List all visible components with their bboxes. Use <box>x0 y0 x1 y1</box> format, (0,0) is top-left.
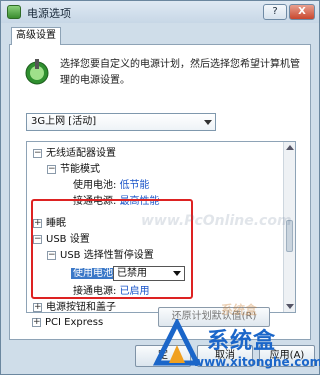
usb-on-battery-label: 使用电池: <box>71 268 119 279</box>
collapse-icon[interactable]: − <box>33 149 42 158</box>
tree-item-usb-settings[interactable]: − USB 设置 <box>33 232 90 247</box>
tree-item-pci-express[interactable]: + PCI Express <box>32 315 103 330</box>
power-options-window: 电源选项 ? X 高级设置 选择您要自定义的电源计划，然后选择您希望计算机管理的… <box>0 0 320 375</box>
power-plan-dropdown[interactable]: 3G上网 [活动] <box>26 113 216 131</box>
close-button[interactable]: X <box>289 4 315 20</box>
brand-watermark: 系统盒 www.xitonghe.com <box>149 317 320 373</box>
tree-item-usb-on-battery[interactable]: 使用电池: <box>71 266 119 281</box>
scroll-down-icon[interactable] <box>286 304 294 309</box>
tree-item-wireless-adapter[interactable]: − 无线适配器设置 <box>33 146 116 161</box>
power-plan-selected: 3G上网 [活动] <box>31 116 97 127</box>
power-options-icon <box>7 5 21 19</box>
on-battery-value[interactable]: 低节能 <box>120 180 150 191</box>
usb-plugged-in-value[interactable]: 已启用 <box>120 286 150 297</box>
brand-name: 系统盒 <box>207 329 277 354</box>
tree-item-plugged-in[interactable]: 接通电源: 最高性能 <box>73 194 160 209</box>
tree-item-power-buttons-lid[interactable]: + 电源按钮和盖子 <box>33 300 116 312</box>
chevron-down-icon <box>204 120 212 125</box>
power-plan-icon <box>25 59 49 85</box>
corner-watermark: 系统盒 <box>221 303 258 317</box>
tree-item-sleep[interactable]: + 睡眠 <box>33 216 66 231</box>
center-watermark: www.PcOnline.com <box>141 213 292 229</box>
window-title: 电源选项 <box>27 7 71 20</box>
usb-on-battery-dropdown[interactable]: 已禁用 <box>113 266 185 281</box>
tab-panel: 选择您要自定义的电源计划，然后选择您希望计算机管理的电源设置。 3G上网 [活动… <box>9 44 311 340</box>
expand-icon[interactable]: + <box>32 318 41 327</box>
title-bar: 电源选项 ? X <box>1 1 319 23</box>
description-text: 选择您要自定义的电源计划，然后选择您希望计算机管理的电源设置。 <box>60 59 300 86</box>
plugged-in-value[interactable]: 最高性能 <box>120 196 160 207</box>
brand-url: www.xitonghe.com <box>193 355 320 369</box>
collapse-icon[interactable]: − <box>47 165 56 174</box>
collapse-icon[interactable]: − <box>47 251 56 260</box>
scroll-up-icon[interactable] <box>286 145 294 150</box>
tab-advanced-settings[interactable]: 高级设置 <box>11 27 61 45</box>
help-button[interactable]: ? <box>263 4 287 20</box>
collapse-icon[interactable]: − <box>33 235 42 244</box>
tree-item-usb-selective-suspend[interactable]: − USB 选择性暂停设置 <box>47 248 154 263</box>
expand-icon[interactable]: + <box>33 219 42 228</box>
expand-icon[interactable]: + <box>33 303 42 312</box>
chevron-down-icon <box>173 271 181 276</box>
usb-on-battery-selected: 已禁用 <box>117 268 147 279</box>
tree-item-usb-plugged-in[interactable]: 接通电源: 已启用 <box>73 284 150 299</box>
tree-item-power-saving-mode[interactable]: − 节能模式 <box>47 162 100 177</box>
tree-item-on-battery[interactable]: 使用电池: 低节能 <box>73 178 150 193</box>
